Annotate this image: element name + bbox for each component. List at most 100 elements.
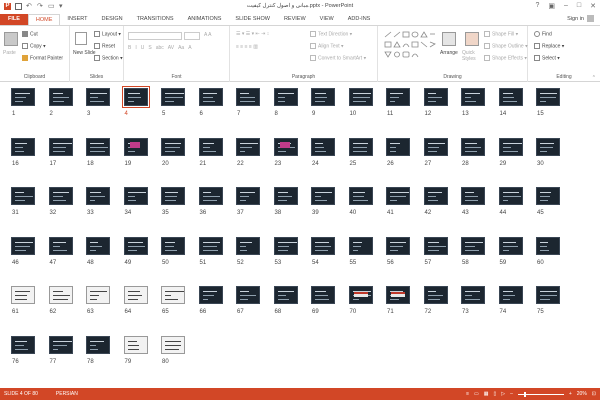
- font-format-button[interactable]: I: [135, 45, 136, 51]
- slide-thumbnail[interactable]: [121, 86, 150, 108]
- slide-thumbnail[interactable]: [498, 137, 523, 156]
- zoom-slider[interactable]: [517, 391, 564, 397]
- slide-thumbnail[interactable]: [536, 88, 560, 106]
- slide-thumbnail[interactable]: [273, 286, 298, 304]
- slide-thumbnail[interactable]: [498, 88, 523, 106]
- slide-thumbnail[interactable]: [123, 236, 148, 255]
- tab-design[interactable]: DESIGN: [95, 14, 130, 25]
- slide-thumbnail[interactable]: [48, 236, 73, 255]
- slide-thumbnail[interactable]: [236, 286, 260, 304]
- slide-thumbnail[interactable]: [386, 137, 410, 156]
- arrange-icon[interactable]: [442, 32, 456, 46]
- slide-thumbnail[interactable]: [161, 88, 185, 106]
- slide-thumbnail[interactable]: [48, 286, 73, 304]
- minimize-icon[interactable]: –: [564, 2, 568, 10]
- close-icon[interactable]: ✕: [590, 2, 596, 10]
- reset-button[interactable]: Reset: [94, 43, 115, 49]
- slide-thumbnail[interactable]: [536, 187, 560, 205]
- quick-styles-icon[interactable]: [465, 32, 479, 46]
- slide-thumbnail[interactable]: [198, 236, 223, 255]
- slide-thumbnail[interactable]: [86, 187, 110, 205]
- slide-thumbnail[interactable]: [48, 137, 73, 156]
- slide-thumbnail[interactable]: [273, 88, 298, 106]
- slide-thumbnail[interactable]: [198, 137, 223, 156]
- sign-in-link[interactable]: Sign in: [567, 15, 594, 22]
- tab-file[interactable]: FILE: [0, 14, 28, 25]
- replace-button[interactable]: Replace ▾: [534, 43, 564, 49]
- slide-thumbnail[interactable]: [11, 335, 35, 354]
- slide-thumbnail[interactable]: [236, 137, 260, 156]
- tab-transitions[interactable]: TRANSITIONS: [130, 14, 181, 25]
- slide-thumbnail[interactable]: [311, 88, 335, 106]
- format-painter-button[interactable]: Format Painter: [22, 55, 63, 61]
- font-size-controls[interactable]: A A: [204, 32, 212, 38]
- slide-thumbnail[interactable]: [498, 236, 523, 255]
- slide-thumbnail[interactable]: [273, 236, 298, 255]
- tab-view[interactable]: VIEW: [313, 14, 341, 25]
- slide-thumbnail[interactable]: [161, 286, 185, 304]
- find-button[interactable]: Find: [534, 31, 552, 37]
- cut-button[interactable]: Cut: [22, 31, 38, 37]
- help-icon[interactable]: ?: [535, 2, 539, 10]
- slide-thumbnail[interactable]: [386, 88, 410, 106]
- font-format-button[interactable]: A: [188, 45, 191, 51]
- slide-thumbnail[interactable]: [461, 236, 485, 255]
- shape-effects-button[interactable]: Shape Effects ▾: [484, 55, 527, 61]
- slide-thumbnail[interactable]: [386, 286, 410, 304]
- slide-thumbnail[interactable]: [86, 335, 110, 354]
- slide-thumbnail[interactable]: [11, 187, 35, 205]
- section-button[interactable]: Section ▾: [94, 55, 123, 61]
- shape-outline-button[interactable]: Shape Outline ▾: [484, 43, 528, 49]
- tab-insert[interactable]: INSERT: [60, 14, 94, 25]
- slide-thumbnail[interactable]: [461, 88, 485, 106]
- slide-thumbnail[interactable]: [273, 137, 298, 156]
- slide-thumbnail[interactable]: [86, 137, 110, 156]
- shapes-gallery[interactable]: [384, 31, 436, 61]
- slide-thumbnail[interactable]: [536, 137, 560, 156]
- shape-fill-button[interactable]: Shape Fill ▾: [484, 31, 518, 37]
- fit-to-window-icon[interactable]: ⊡: [592, 391, 596, 397]
- slide-thumbnail[interactable]: [311, 137, 335, 156]
- slide-thumbnail[interactable]: [123, 187, 148, 205]
- slide-thumbnail[interactable]: [161, 236, 185, 255]
- slide-thumbnail[interactable]: [86, 286, 110, 304]
- reading-view-icon[interactable]: ▯: [493, 391, 496, 397]
- slide-thumbnail[interactable]: [423, 236, 448, 255]
- slide-thumbnail[interactable]: [48, 187, 73, 205]
- arrange-button[interactable]: Arrange: [440, 50, 458, 56]
- maximize-icon[interactable]: □: [577, 2, 581, 10]
- zoom-level[interactable]: 20%: [577, 391, 587, 397]
- slide-thumbnail[interactable]: [461, 286, 485, 304]
- slide-thumbnail[interactable]: [348, 236, 373, 255]
- slide-sorter-icon[interactable]: ▦: [484, 391, 489, 397]
- slide-thumbnail[interactable]: [461, 187, 485, 205]
- slide-thumbnail[interactable]: [198, 88, 223, 106]
- language-indicator[interactable]: PERSIAN: [38, 391, 78, 397]
- slide-thumbnail[interactable]: [123, 137, 148, 156]
- new-slide-icon[interactable]: [75, 32, 87, 45]
- font-format-button[interactable]: abc: [156, 45, 164, 51]
- slide-thumbnail[interactable]: [161, 335, 185, 354]
- slide-thumbnail[interactable]: [236, 187, 260, 205]
- slide-thumbnail[interactable]: [348, 137, 373, 156]
- alignment-icon[interactable]: ≡ ≡ ≡ ≡ ▥: [236, 44, 258, 50]
- slide-thumbnail[interactable]: [423, 286, 448, 304]
- slideshow-icon[interactable]: ▷: [501, 391, 505, 397]
- tab-slide-show[interactable]: SLIDE SHOW: [228, 14, 277, 25]
- slide-thumbnail[interactable]: [348, 187, 373, 205]
- font-name-box[interactable]: [128, 32, 182, 40]
- new-slide-button[interactable]: New Slide: [73, 50, 96, 56]
- collapse-ribbon-icon[interactable]: ⌃: [592, 75, 596, 81]
- font-format-button[interactable]: U: [141, 45, 145, 51]
- slide-thumbnail[interactable]: [11, 286, 35, 304]
- slide-thumbnail[interactable]: [48, 88, 73, 106]
- slide-thumbnail[interactable]: [311, 187, 335, 205]
- slide-thumbnail[interactable]: [498, 286, 523, 304]
- slide-thumbnail[interactable]: [461, 137, 485, 156]
- tab-animations[interactable]: ANIMATIONS: [181, 14, 229, 25]
- slide-thumbnail[interactable]: [236, 88, 260, 106]
- notes-icon[interactable]: ≡: [466, 391, 469, 397]
- zoom-slider-knob[interactable]: [523, 391, 526, 397]
- tab-add-ins[interactable]: ADD-INS: [341, 14, 378, 25]
- slide-thumbnail[interactable]: [11, 88, 35, 106]
